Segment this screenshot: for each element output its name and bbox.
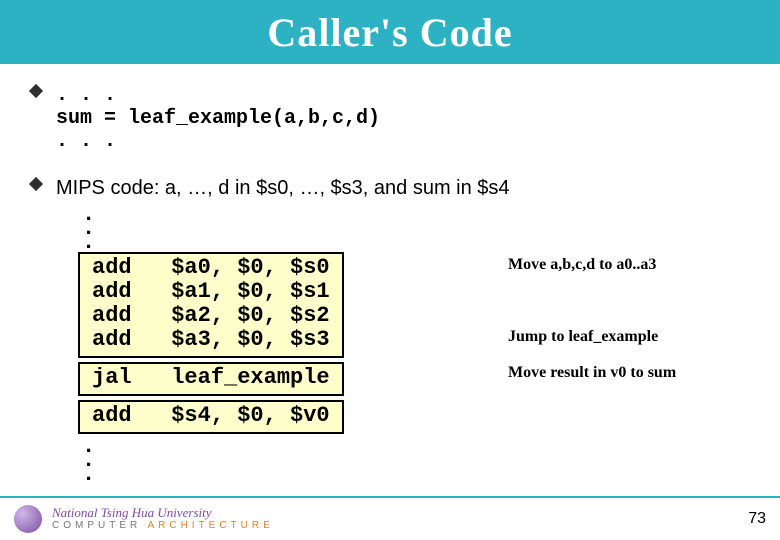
src-line-3: . . .: [56, 130, 380, 153]
asm-row: add $a1, $0, $s1: [92, 280, 330, 304]
title-bar: Caller's Code: [0, 0, 780, 64]
asm-row: jal leaf_example: [92, 366, 330, 390]
page-number: 73: [748, 510, 766, 528]
asm-row: add $a2, $0, $s2: [92, 304, 330, 328]
dept-left: COMPUTER: [52, 520, 141, 531]
note-jump: Jump to leaf_example: [508, 328, 658, 346]
dept-right: ARCHITECTURE: [141, 520, 274, 531]
university-name: National Tsing Hua University: [52, 506, 274, 519]
university-mark: National Tsing Hua University COMPUTER A…: [14, 505, 274, 533]
src-line-1: . . .: [56, 84, 380, 107]
slide-body: . . . sum = leaf_example(a,b,c,d) . . . …: [0, 64, 780, 482]
asm-area: ... add $a0, $0, $s0 add $a1, $0, $s1 ad…: [78, 208, 750, 482]
bullet-2: MIPS code: a, …, d in $s0, …, $s3, and s…: [30, 177, 750, 200]
asm-row: add $a3, $0, $s3: [92, 328, 330, 352]
diamond-bullet-icon: [30, 90, 42, 102]
diamond-bullet-icon: [30, 183, 42, 195]
university-text: National Tsing Hua University COMPUTER A…: [52, 506, 274, 532]
src-line-2: sum = leaf_example(a,b,c,d): [56, 107, 380, 130]
department-label: COMPUTER ARCHITECTURE: [52, 519, 274, 532]
bullet-1: . . . sum = leaf_example(a,b,c,d) . . .: [30, 84, 750, 153]
source-code-block: . . . sum = leaf_example(a,b,c,d) . . .: [56, 84, 380, 153]
note-move-result: Move result in v0 to sum: [508, 364, 676, 382]
asm-box-2: jal leaf_example: [78, 362, 344, 396]
asm-row: add $a0, $0, $s0: [92, 256, 330, 280]
university-logo-icon: [14, 505, 42, 533]
slide-title: Caller's Code: [267, 9, 512, 56]
footer-bar: National Tsing Hua University COMPUTER A…: [0, 496, 780, 540]
asm-box-3: add $s4, $0, $v0: [78, 400, 344, 434]
vertical-ellipsis-icon: ...: [82, 440, 750, 482]
note-move-args: Move a,b,c,d to a0..a3: [508, 256, 656, 274]
asm-box-1: add $a0, $0, $s0 add $a1, $0, $s1 add $a…: [78, 252, 344, 358]
asm-row: add $s4, $0, $v0: [92, 404, 330, 428]
vertical-ellipsis-icon: ...: [82, 208, 750, 250]
mips-description: MIPS code: a, …, d in $s0, …, $s3, and s…: [56, 177, 510, 200]
